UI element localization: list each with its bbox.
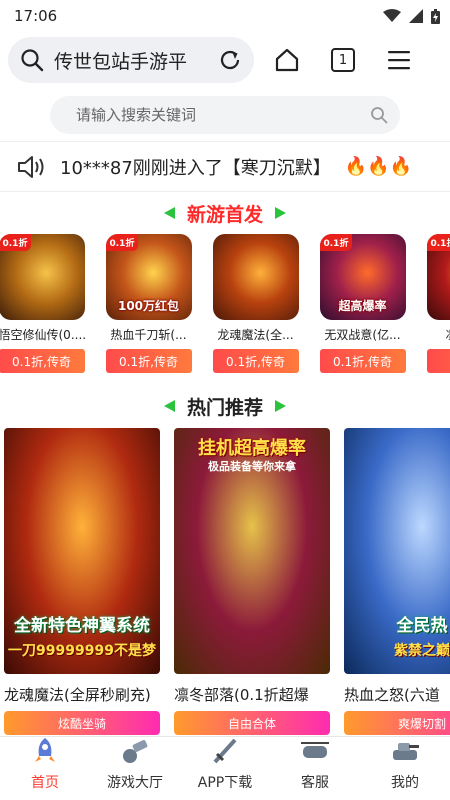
game-tag: 炫酷坐骑 — [4, 711, 160, 735]
search-input[interactable]: 请输入搜索关键词 — [50, 95, 400, 134]
hot-game-card[interactable]: 全新特色神翼系统一刀99999999不是梦龙魂魔法(全屏秒刷充) 炫酷坐骑 — [4, 428, 160, 740]
new-game-card[interactable]: 0.1折悟空修仙传(0.... 0.1折,传奇 — [0, 234, 85, 384]
new-games-heading: 新游首发 — [0, 192, 450, 234]
game-tag: 0.1折,传奇 — [319, 349, 406, 373]
game-tag: 0.1折,传奇 — [105, 349, 192, 373]
browser-toolbar: 传世包站手游平 1 — [0, 32, 450, 88]
nav-item-3[interactable]: 客服 — [270, 737, 360, 800]
game-icon-image[interactable]: 0.1折 — [0, 234, 85, 320]
discount-badge: 0.1折 — [0, 234, 32, 251]
game-tag: 爽爆切割 — [344, 711, 450, 735]
arrow-left-icon — [163, 400, 175, 412]
hot-game-card[interactable]: 全民热紫禁之巅热血之怒(六道爽爆切割 — [344, 428, 450, 740]
poster-subline: 紫禁之巅 — [394, 643, 450, 659]
nav-label: 客服 — [301, 775, 329, 791]
game-icon-caption: 100万红包 — [117, 299, 180, 313]
nav-label: 我的 — [391, 775, 419, 791]
arrow-right-icon — [275, 207, 286, 219]
status-icons — [383, 8, 440, 24]
game-name: 悟空修仙传(0.... — [0, 328, 85, 342]
arrow-right-icon — [275, 400, 286, 412]
arrow-left-icon — [163, 207, 175, 219]
new-game-card[interactable]: 龙魂魔法(全... 0.1折,传奇 — [212, 234, 299, 384]
game-name: 无双战意(亿... — [324, 328, 401, 342]
game-name: 龙魂魔法(全... — [217, 328, 294, 342]
nav-label: 首页 — [31, 775, 59, 791]
status-bar: 17:06 — [0, 0, 450, 32]
nav-label: APP下载 — [197, 775, 253, 791]
poster-headline: 挂机超高爆率 — [198, 438, 306, 459]
game-icon-image[interactable] — [212, 234, 299, 320]
poster-subline: 极品装备等你来拿 — [208, 460, 296, 473]
game-name: 凛冬部落(0.1折超爆 — [174, 686, 309, 704]
announcement-text: 10***87刚刚进入了【寒刀沉默】 — [60, 157, 331, 179]
hot-games-list: 全新特色神翼系统 一刀99999999不是梦 龙魂魔法(全屏秒刷充) 炫酷坐骑 挂机超高… — [0, 428, 450, 740]
tabs-button[interactable]: 1 — [320, 37, 366, 83]
tank-icon — [389, 736, 421, 770]
wifi-icon — [383, 9, 401, 22]
battery-icon — [431, 8, 440, 24]
game-poster-image[interactable]: 全民热 紫禁之巅 — [344, 428, 450, 674]
nav-item-0[interactable]: 首页 — [0, 737, 90, 800]
game-name: 凛冬部落 — [427, 326, 450, 343]
reload-icon[interactable] — [218, 48, 242, 72]
discount-badge: 0.1折 — [105, 234, 139, 251]
discount-badge: 0.1折 — [426, 234, 450, 251]
home-button[interactable] — [264, 37, 310, 83]
hot-games-title: 热门推荐 — [186, 396, 263, 419]
game-icon-image[interactable]: 0.1折 — [426, 234, 450, 320]
poster-headline: 全新特色神翼系统 — [14, 616, 150, 636]
discount-badge: 0.1折 — [319, 234, 353, 251]
game-tag: 0.1折,传奇 — [212, 349, 299, 373]
game-icon-image[interactable]: 0.1折超高爆率 — [319, 234, 406, 320]
tab-count: 1 — [338, 52, 348, 68]
site-search: 请输入搜索关键词 — [0, 88, 450, 142]
new-game-card[interactable]: 0.1折凛冬部落0.1折 — [426, 234, 450, 384]
new-game-card[interactable]: 0.1折 100万红包 热血千刀斩(... 0.1折,传奇 — [105, 234, 192, 384]
menu-button[interactable] — [376, 37, 422, 83]
signal-icon — [409, 9, 423, 23]
tab-count-icon: 1 — [331, 48, 355, 72]
search-icon — [21, 49, 44, 72]
nav-item-1[interactable]: 游戏大厅 — [90, 737, 180, 800]
game-name: 热血之怒(六道 — [344, 686, 440, 704]
game-name: 热血千刀斩(... — [110, 328, 187, 342]
search-placeholder: 请输入搜索关键词 — [76, 106, 197, 124]
nav-item-2[interactable]: APP下载 — [180, 737, 270, 800]
poster-subline: 一刀99999999不是梦 — [8, 643, 156, 659]
bottom-navigation: 首页 游戏大厅 APP下载 客服 我的 — [0, 736, 450, 800]
new-games-title: 新游首发 — [186, 203, 263, 226]
game-poster-image[interactable]: 全新特色神翼系统一刀99999999不是梦 — [4, 428, 160, 674]
new-games-list: 0.1折 悟空修仙传(0.... 0.1折,传奇 0.1折 100万红包 热血千刀斩(..… — [0, 234, 450, 384]
game-tag: 自由合体 — [174, 711, 330, 735]
game-icon-caption: 超高爆率 — [338, 299, 387, 313]
cannon-icon — [119, 736, 151, 770]
hot-game-card[interactable]: 挂机超高爆率 极品装备等你来拿凛冬部落(0.1折超爆自由合体 — [174, 428, 330, 740]
home-icon — [275, 48, 299, 72]
status-time: 17:06 — [14, 7, 58, 25]
poster-headline: 全民热 — [396, 616, 448, 636]
speaker-icon — [18, 155, 44, 178]
game-tag: 0.1折 — [426, 349, 450, 373]
search-icon[interactable] — [370, 106, 388, 124]
game-poster-image[interactable]: 挂机超高爆率 极品装备等你来拿 — [174, 428, 330, 674]
url-text: 传世包站手游平 — [54, 50, 188, 73]
flame-icons: 🔥🔥🔥 — [344, 156, 413, 177]
rocket-icon — [29, 736, 61, 770]
address-bar[interactable]: 传世包站手游平 — [8, 37, 254, 83]
announcement-bar: 10***87刚刚进入了【寒刀沉默】 🔥🔥🔥 — [0, 142, 450, 192]
game-name: 龙魂魔法(全屏秒刷充) — [4, 686, 151, 704]
game-tag: 0.1折,传奇 — [0, 349, 85, 373]
new-game-card[interactable]: 0.1折超高爆率无双战意(亿... 0.1折,传奇 — [319, 234, 406, 384]
nav-item-4[interactable]: 我的 — [360, 737, 450, 800]
helicopter-icon — [299, 736, 331, 770]
hot-games-heading: 热门推荐 — [0, 384, 450, 428]
nav-label: 游戏大厅 — [107, 775, 163, 791]
game-icon-image[interactable]: 0.1折 100万红包 — [105, 234, 192, 320]
sword-icon — [209, 736, 241, 770]
hamburger-menu-icon — [388, 51, 410, 70]
